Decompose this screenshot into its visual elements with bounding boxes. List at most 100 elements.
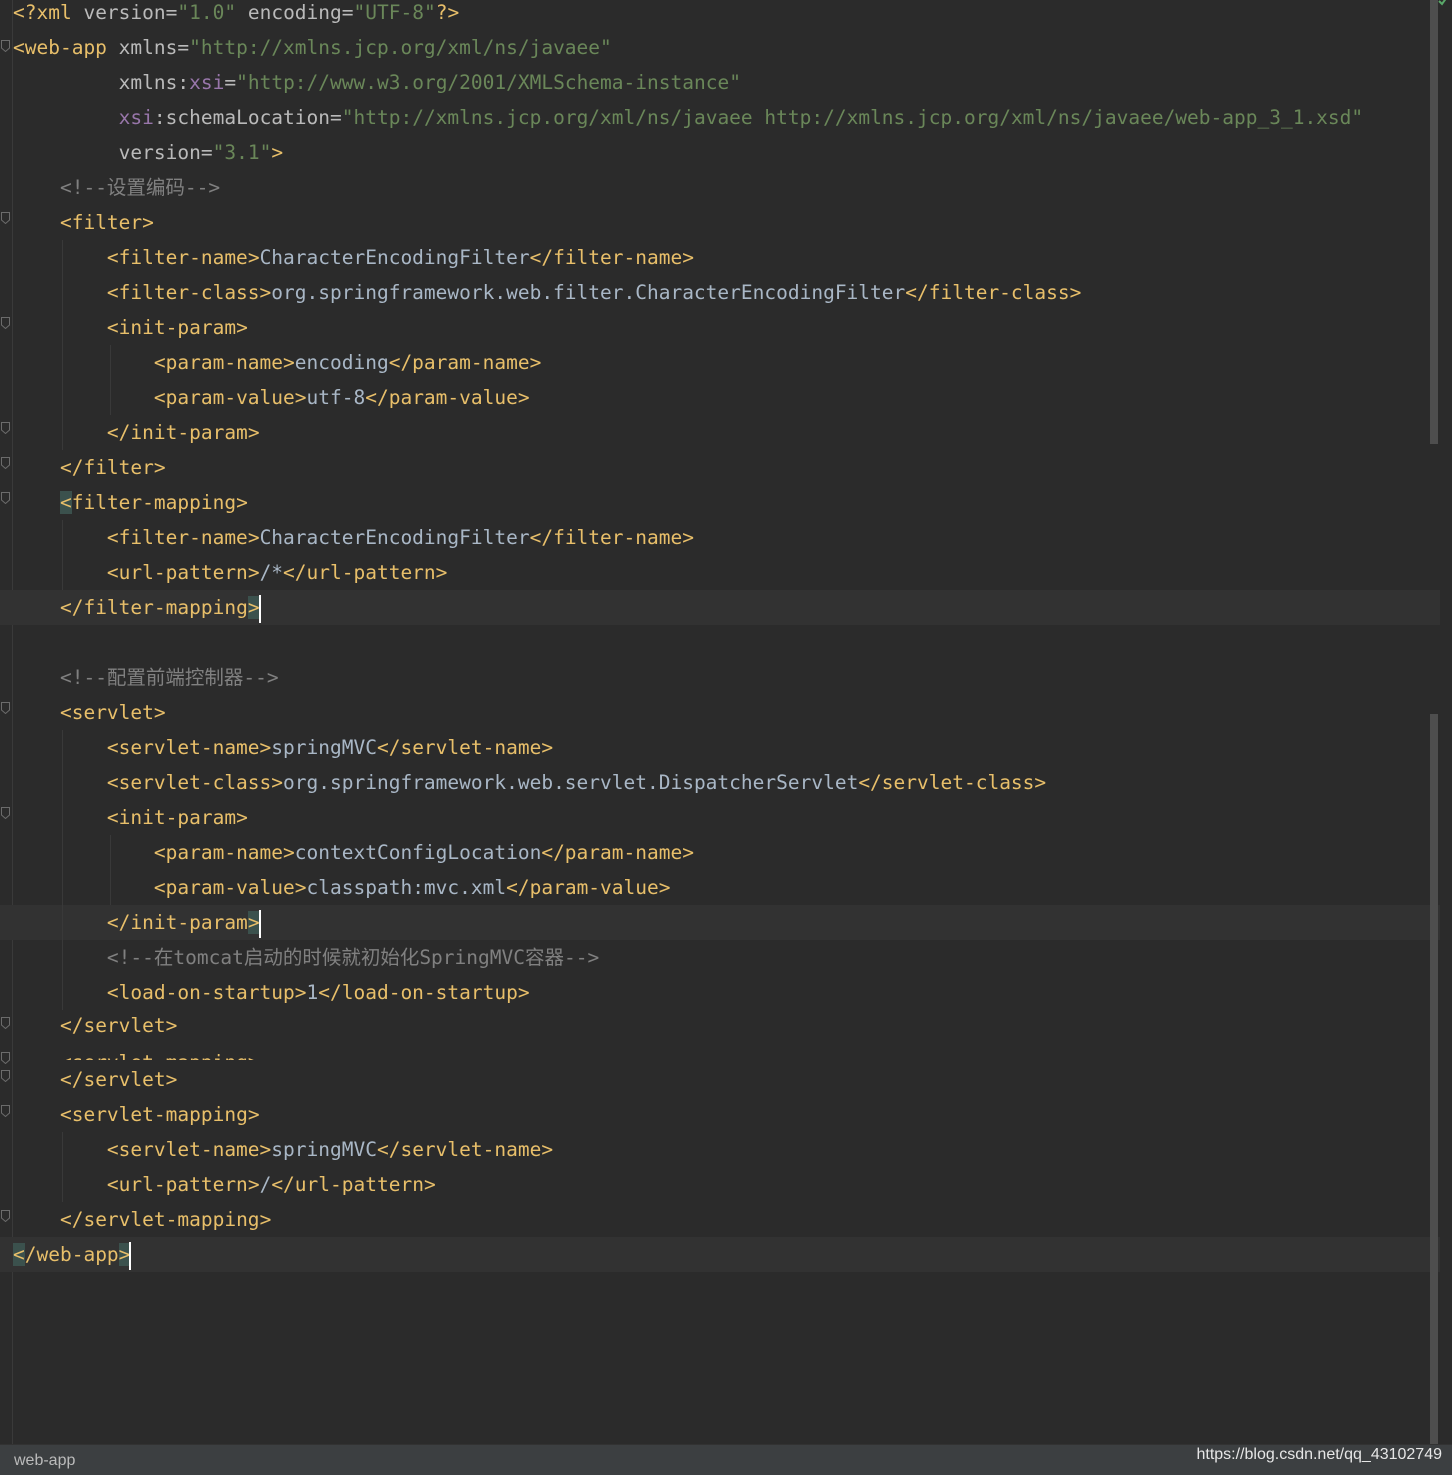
code-line[interactable]: <url-pattern>/*</url-pattern> — [0, 555, 1440, 590]
code-line[interactable]: </filter> — [0, 450, 1440, 485]
code-line[interactable]: <filter-class>org.springframework.web.fi… — [0, 275, 1440, 310]
code-line[interactable]: </filter-mapping> — [0, 590, 1440, 625]
code-line[interactable]: version="3.1"> — [0, 135, 1440, 170]
code-token: <init-param — [106, 806, 237, 829]
code-line[interactable]: <servlet> — [0, 695, 1440, 730]
code-line[interactable]: <!--设置编码--> — [0, 170, 1440, 205]
code-line[interactable]: </web-app> — [0, 1237, 1440, 1272]
breadcrumb[interactable]: web-app — [14, 1452, 75, 1470]
code-token: :schemaLocation — [153, 106, 331, 129]
code-token: > — [259, 1208, 272, 1231]
code-token: <filter — [59, 211, 143, 234]
code-token: encoding — [294, 351, 389, 374]
code-token: <param-name — [153, 841, 284, 864]
code-token: version — [118, 141, 201, 164]
code-line[interactable]: <web-app xmlns="http://xmlns.jcp.org/xml… — [0, 30, 1440, 65]
code-line[interactable]: </init-param> — [0, 905, 1440, 940]
code-token: xsi — [189, 71, 225, 94]
code-line[interactable]: <init-param> — [0, 310, 1440, 345]
code-token: CharacterEncodingFilter — [259, 526, 530, 549]
code-line[interactable] — [0, 625, 1440, 660]
indent-guide — [62, 520, 63, 590]
code-token: contextConfigLocation — [294, 841, 542, 864]
code-token: "1.0" — [177, 1, 237, 24]
code-token: <servlet-name — [106, 1138, 260, 1161]
code-token: </web-app — [13, 1243, 119, 1266]
code-token: > — [283, 351, 295, 374]
code-line[interactable]: </servlet> — [0, 1008, 1440, 1043]
code-line[interactable]: </init-param> — [0, 415, 1440, 450]
code-token: org.springframework.web.filter.Character… — [271, 281, 906, 304]
code-token: > — [423, 1173, 436, 1196]
code-token: > — [165, 1068, 178, 1091]
code-token: < — [59, 491, 72, 514]
code-token: > — [271, 771, 284, 794]
code-line[interactable]: </servlet> — [0, 1062, 1440, 1097]
code-token: > — [247, 246, 260, 269]
code-line[interactable]: <!--配置前端控制器--> — [0, 660, 1440, 695]
code-token: > — [271, 141, 284, 164]
code-line[interactable]: xsi:schemaLocation="http://xmlns.jcp.org… — [0, 100, 1440, 135]
code-token: xmlns: — [118, 71, 190, 94]
code-line[interactable]: xmlns:xsi="http://www.w3.org/2001/XMLSch… — [0, 65, 1440, 100]
code-token: </servlet-class — [858, 771, 1035, 794]
code-token: org.springframework.web.servlet.Dispatch… — [283, 771, 859, 794]
code-token: <url-pattern — [106, 1173, 248, 1196]
text-caret — [258, 594, 261, 623]
code-line[interactable]: <?xml version="1.0" encoding="UTF-8"?> — [0, 0, 1440, 30]
scrollbar-thumb-top[interactable] — [1430, 0, 1438, 444]
code-token: > — [541, 736, 554, 759]
code-line[interactable]: <load-on-startup>1</load-on-startup> — [0, 975, 1440, 1010]
indent-guide — [62, 1132, 63, 1202]
code-token: <filter-class — [106, 281, 260, 304]
code-token: > — [165, 1014, 178, 1037]
code-token: > — [435, 561, 448, 584]
code-line[interactable]: <param-value>utf-8</param-value> — [0, 380, 1440, 415]
code-editor[interactable]: <?xml version="1.0" encoding="UTF-8"?> <w… — [0, 0, 1440, 1444]
text-caret — [129, 1241, 132, 1270]
code-line[interactable]: <param-name>contextConfigLocation</param… — [0, 835, 1440, 870]
code-token: > — [283, 841, 295, 864]
code-token: <servlet-mapping — [59, 1103, 248, 1126]
code-token: </param-value — [365, 386, 518, 409]
code-line[interactable]: <servlet-name>springMVC</servlet-name> — [0, 1132, 1440, 1167]
code-token: version — [83, 1, 166, 24]
code-line[interactable]: <param-name>encoding</param-name> — [0, 345, 1440, 380]
code-line[interactable]: <filter> — [0, 205, 1440, 240]
code-line[interactable]: <filter-name>CharacterEncodingFilter</fi… — [0, 520, 1440, 555]
code-token: > — [517, 981, 530, 1004]
code-token: / — [259, 1173, 272, 1196]
code-line[interactable]: <filter-mapping> — [0, 485, 1440, 520]
scrollbar-thumb-bottom[interactable] — [1430, 714, 1438, 1444]
code-line[interactable]: <servlet-name>springMVC</servlet-name> — [0, 730, 1440, 765]
code-line[interactable]: <filter-name>CharacterEncodingFilter</fi… — [0, 240, 1440, 275]
code-token: > — [247, 1173, 260, 1196]
code-line[interactable]: <init-param> — [0, 800, 1440, 835]
code-token: < — [13, 1243, 25, 1266]
code-line[interactable]: <servlet-mapping> — [0, 1097, 1440, 1132]
code-token: springMVC — [271, 1138, 377, 1161]
code-token: = — [177, 36, 190, 59]
code-token: > — [682, 246, 694, 269]
code-line[interactable]: </servlet-mapping> — [0, 1202, 1440, 1237]
code-line[interactable]: <!--在tomcat启动的时候就初始化SpringMVC容器--> — [0, 940, 1440, 975]
code-token: utf-8 — [306, 386, 366, 409]
code-token: /* — [259, 561, 284, 584]
code-line[interactable]: <url-pattern>/</url-pattern> — [0, 1167, 1440, 1202]
code-line[interactable]: <servlet-class>org.springframework.web.s… — [0, 765, 1440, 800]
code-token: <servlet-class — [106, 771, 272, 794]
code-token: </load-on-startup — [318, 981, 518, 1004]
code-token: "3.1" — [212, 141, 272, 164]
code-line[interactable]: <param-value>classpath:mvc.xml</param-va… — [0, 870, 1440, 905]
